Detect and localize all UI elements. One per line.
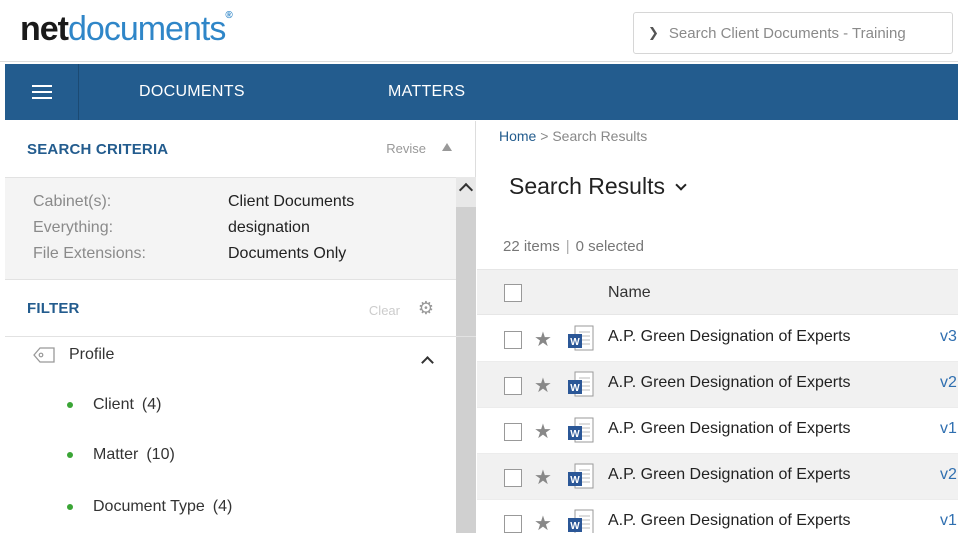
hamburger-menu-icon[interactable] — [5, 64, 79, 120]
breadcrumb-separator: > — [540, 128, 549, 144]
select-all-checkbox[interactable] — [504, 284, 522, 302]
search-input-placeholder[interactable]: Search Client Documents - Training — [669, 25, 906, 42]
main-nav: DOCUMENTS MATTERS — [5, 64, 958, 120]
star-icon[interactable]: ★ — [534, 330, 552, 350]
svg-text:W: W — [570, 383, 580, 394]
word-doc-icon: W — [568, 463, 594, 489]
bullet-icon — [67, 504, 73, 510]
row-checkbox[interactable] — [504, 331, 522, 349]
search-criteria-title: SEARCH CRITERIA — [27, 140, 169, 158]
table-header: Name — [477, 269, 958, 315]
star-icon[interactable]: ★ — [534, 376, 552, 396]
scroll-up-icon[interactable] — [458, 182, 474, 198]
word-doc-icon: W — [568, 509, 594, 533]
filter-item-label: Matter — [93, 446, 139, 463]
star-icon[interactable]: ★ — [534, 514, 552, 533]
chevron-up-icon[interactable] — [421, 356, 434, 369]
nav-documents[interactable]: DOCUMENTS — [139, 64, 245, 120]
items-count: 22 items — [503, 238, 560, 255]
bullet-icon — [67, 452, 73, 458]
document-name[interactable]: A.P. Green Designation of Experts — [608, 374, 851, 392]
filter-item-document-type[interactable]: Document Type (4) — [67, 498, 232, 516]
gear-icon[interactable]: ⚙ — [418, 299, 434, 317]
page-title[interactable]: Search Results — [509, 173, 687, 200]
profile-label: Profile — [69, 346, 115, 363]
chevron-down-icon[interactable]: ❯ — [648, 25, 659, 41]
document-version[interactable]: v2 — [940, 374, 957, 392]
row-checkbox[interactable] — [504, 515, 522, 533]
bullet-icon — [67, 402, 73, 408]
top-header: netdocuments® ❯ Search Client Documents … — [0, 0, 958, 62]
criteria-key: Cabinet(s): — [33, 193, 112, 210]
logo-registered-mark: ® — [225, 10, 232, 21]
row-checkbox[interactable] — [504, 469, 522, 487]
word-doc-icon: W — [568, 417, 594, 443]
left-panel-scrollbar[interactable] — [456, 177, 476, 533]
svg-text:W: W — [570, 337, 580, 348]
star-icon[interactable]: ★ — [534, 468, 552, 488]
criteria-value: Documents Only — [228, 245, 347, 262]
document-version[interactable]: v2 — [940, 466, 957, 484]
logo-documents-text: documents — [68, 10, 226, 48]
svg-text:W: W — [570, 521, 580, 532]
svg-text:W: W — [570, 475, 580, 486]
document-name[interactable]: A.P. Green Designation of Experts — [608, 328, 851, 346]
breadcrumb-current: Search Results — [552, 128, 648, 144]
tag-icon — [33, 347, 55, 363]
filter-item-label: Client — [93, 396, 134, 413]
svg-text:W: W — [570, 429, 580, 440]
table-row[interactable]: ★ W A.P. Green Designation of Experts v2 — [477, 362, 958, 408]
page-title-text: Search Results — [509, 173, 665, 199]
search-criteria-list: Cabinet(s): Client Documents Everything:… — [5, 177, 476, 280]
search-criteria-header: SEARCH CRITERIA Revise — [5, 121, 476, 177]
name-column-header[interactable]: Name — [608, 284, 651, 302]
criteria-key: Everything: — [33, 219, 114, 236]
breadcrumb: Home > Search Results — [499, 128, 647, 144]
results-count: 22 items | 0 selected — [503, 238, 644, 255]
document-name[interactable]: A.P. Green Designation of Experts — [608, 512, 851, 530]
filter-item-count: (4) — [212, 498, 233, 515]
scrollbar-thumb[interactable] — [456, 207, 476, 533]
breadcrumb-home[interactable]: Home — [499, 128, 536, 144]
table-row[interactable]: ★ W A.P. Green Designation of Experts v1 — [477, 500, 958, 533]
document-version[interactable]: v1 — [940, 512, 957, 530]
document-version[interactable]: v3 — [940, 328, 957, 346]
logo-net-text: net — [20, 10, 69, 48]
word-doc-icon: W — [568, 325, 594, 351]
search-results-panel: Home > Search Results Search Results 22 … — [477, 121, 958, 533]
document-name[interactable]: A.P. Green Designation of Experts — [608, 420, 851, 438]
table-row[interactable]: ★ W A.P. Green Designation of Experts v3 — [477, 316, 958, 362]
criteria-value: Client Documents — [228, 193, 355, 210]
filter-item-count: (4) — [141, 396, 162, 413]
nav-matters[interactable]: MATTERS — [388, 64, 465, 120]
criteria-key: File Extensions: — [33, 245, 146, 262]
filter-item-label: Document Type — [93, 498, 205, 515]
filter-item-count: (10) — [146, 446, 175, 463]
row-checkbox[interactable] — [504, 377, 522, 395]
criteria-value: designation — [228, 219, 310, 236]
filter-title: FILTER — [27, 300, 80, 317]
row-checkbox[interactable] — [504, 423, 522, 441]
star-icon[interactable]: ★ — [534, 422, 552, 442]
word-doc-icon: W — [568, 371, 594, 397]
filter-header: FILTER Clear ⚙ — [5, 281, 476, 337]
revise-link[interactable]: Revise — [386, 141, 426, 156]
table-row[interactable]: ★ W A.P. Green Designation of Experts v2 — [477, 454, 958, 500]
search-box[interactable]: ❯ Search Client Documents - Training — [633, 12, 953, 54]
chevron-down-icon[interactable] — [675, 178, 687, 191]
filter-item-client[interactable]: Client (4) — [67, 396, 161, 414]
collapse-up-icon[interactable] — [442, 143, 452, 151]
table-row[interactable]: ★ W A.P. Green Designation of Experts v1 — [477, 408, 958, 454]
selected-count: 0 selected — [575, 238, 644, 255]
document-name[interactable]: A.P. Green Designation of Experts — [608, 466, 851, 484]
profile-filter-group[interactable]: Profile — [33, 346, 114, 364]
document-version[interactable]: v1 — [940, 420, 957, 438]
left-panel: SEARCH CRITERIA Revise Cabinet(s): Clien… — [5, 121, 476, 533]
netdocuments-logo[interactable]: netdocuments® — [20, 10, 233, 49]
clear-filter-link[interactable]: Clear — [369, 303, 400, 318]
filter-item-matter[interactable]: Matter (10) — [67, 446, 175, 464]
